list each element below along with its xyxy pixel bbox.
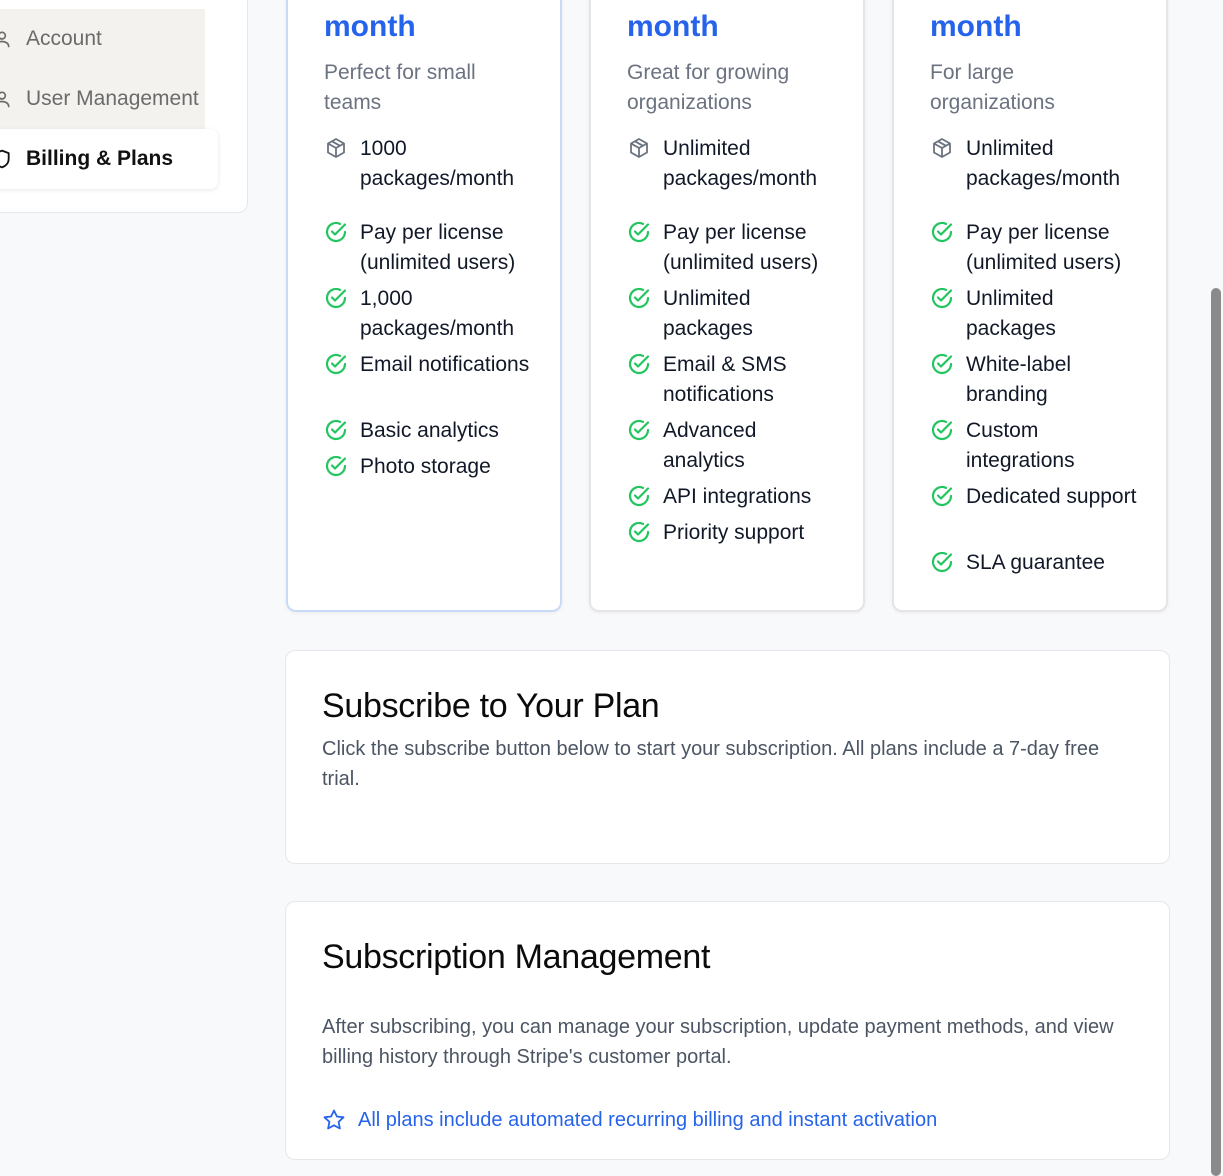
plan-feature: Basic analytics — [324, 416, 534, 446]
check-circle-icon — [628, 419, 650, 441]
check-circle-icon — [931, 353, 953, 375]
subscribe-description: Click the subscribe button below to star… — [322, 738, 1100, 790]
plan-feature: Email & SMS notifications — [627, 350, 837, 410]
subscribe-panel: Subscribe to Your Plan Click the subscri… — [285, 650, 1170, 864]
package-icon — [630, 138, 648, 158]
plan-period: month — [324, 10, 416, 43]
check-circle-icon — [325, 221, 347, 243]
plan-feature: Unlimited packages — [930, 284, 1140, 344]
plan-feature: White-label branding — [930, 350, 1140, 410]
billing-note: All plans include automated recurring bi… — [322, 1108, 937, 1132]
package-icon — [933, 138, 951, 158]
plan-description: Perfect for small teams — [324, 61, 476, 114]
plan-feature: Unlimited packages — [627, 284, 837, 344]
plan-period: month — [930, 10, 1022, 43]
plan-feature: Dedicated support — [930, 482, 1140, 512]
plan-feature: Photo storage — [324, 452, 534, 482]
plan-feature: Pay per license (unlimited users) — [324, 218, 534, 278]
sidebar-item-label: Account — [26, 27, 102, 50]
subscription-management-panel: Subscription Management After subscribin… — [285, 901, 1170, 1160]
plan-description: For large organizations — [930, 61, 1055, 114]
shield-icon — [0, 149, 12, 169]
plan-feature: Priority support — [627, 518, 837, 548]
check-circle-icon — [325, 419, 347, 441]
check-circle-icon — [325, 287, 347, 309]
plan-feature: API integrations — [627, 482, 837, 512]
plan-feature: Pay per license (unlimited users) — [930, 218, 1140, 278]
plan-feature: Email notifications — [324, 350, 534, 380]
settings-sidebar: Account User Management Billing & Plans — [0, 0, 248, 213]
user-icon — [0, 29, 12, 49]
plan-period: month — [627, 10, 719, 43]
sidebar-item-label: User Management — [26, 87, 199, 110]
scrollbar-thumb[interactable] — [1211, 288, 1221, 1176]
sidebar-item-account[interactable]: Account — [0, 9, 205, 69]
user-icon — [0, 89, 12, 109]
plan-card-enterprise[interactable]: month For large organizations Unlimited … — [892, 0, 1168, 612]
check-circle-icon — [931, 287, 953, 309]
plan-description: Great for growing organizations — [627, 61, 790, 114]
check-circle-icon — [325, 455, 347, 477]
check-circle-icon — [325, 353, 347, 375]
plan-feature: Custom integrations — [930, 416, 1140, 476]
check-circle-icon — [931, 485, 953, 507]
plan-feature: SLA guarantee — [930, 548, 1140, 578]
check-circle-icon — [628, 485, 650, 507]
sidebar-item-billing[interactable]: Billing & Plans — [0, 129, 218, 189]
plan-feature: Pay per license (unlimited users) — [627, 218, 837, 278]
check-circle-icon — [931, 221, 953, 243]
plan-feature: Advanced analytics — [627, 416, 837, 476]
star-icon — [322, 1108, 346, 1132]
check-circle-icon — [628, 521, 650, 543]
sidebar-item-label: Billing & Plans — [26, 147, 174, 170]
plan-packages: Unlimited packages/month — [627, 134, 837, 194]
check-circle-icon — [628, 221, 650, 243]
subscribe-title: Subscribe to Your Plan — [322, 687, 660, 725]
check-circle-icon — [931, 551, 953, 573]
billing-note-text: All plans include automated recurring bi… — [358, 1108, 938, 1131]
check-circle-icon — [931, 419, 953, 441]
plan-packages: Unlimited packages/month — [930, 134, 1140, 194]
plan-packages: 1000 packages/month — [324, 134, 534, 194]
sidebar-item-user-management[interactable]: User Management — [0, 69, 205, 129]
scrollbar[interactable] — [1208, 0, 1223, 1176]
package-icon — [327, 138, 345, 158]
check-circle-icon — [628, 287, 650, 309]
management-title: Subscription Management — [322, 938, 711, 976]
plan-card-professional[interactable]: month Great for growing organizations Un… — [589, 0, 865, 612]
plan-feature: 1,000 packages/month — [324, 284, 534, 344]
check-circle-icon — [628, 353, 650, 375]
management-description: After subscribing, you can manage your s… — [322, 1016, 1114, 1068]
plan-card-starter[interactable]: month Perfect for small teams 1000 packa… — [286, 0, 562, 612]
